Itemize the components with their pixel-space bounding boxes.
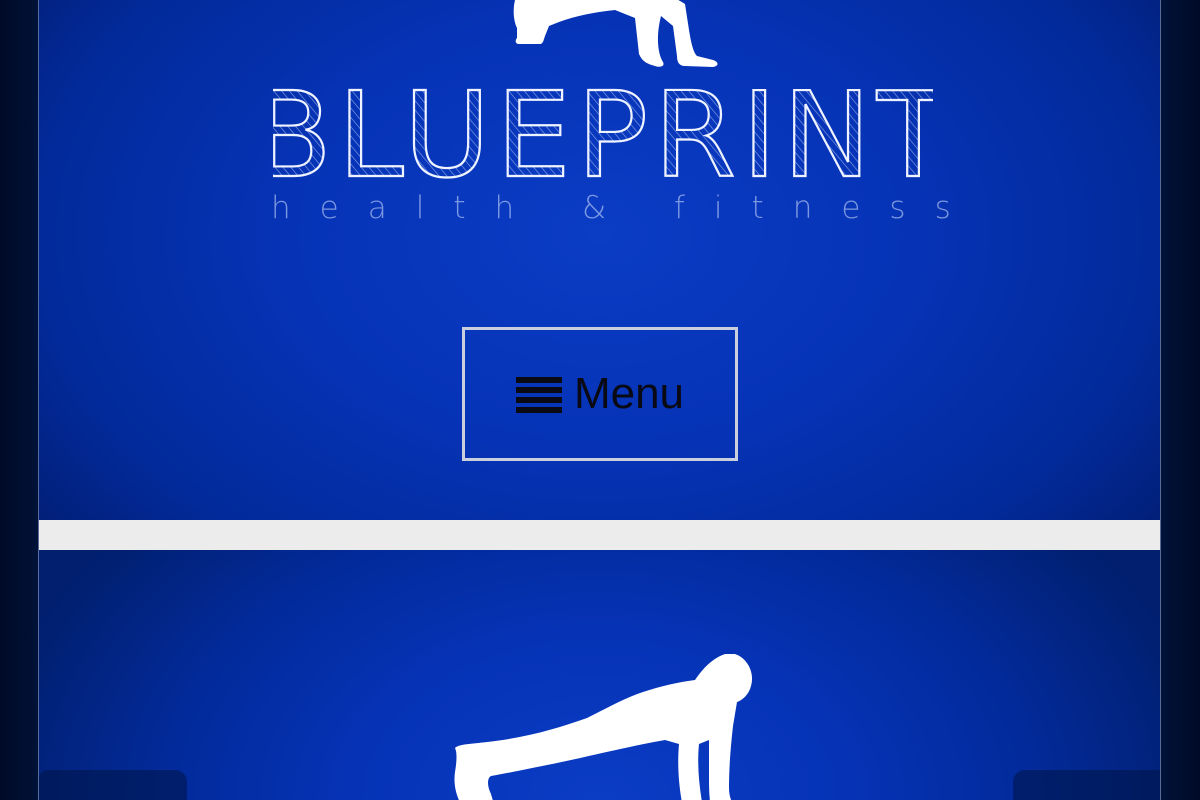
site-frame: BLUEPRINT health & fitness Menu [38,0,1161,800]
hero-slider [39,550,1160,800]
menu-button[interactable]: Menu [462,327,738,461]
hamburger-icon [515,377,562,413]
brand-tagline: health & fitness [271,190,980,226]
section-divider [39,520,1160,550]
site-header: BLUEPRINT health & fitness Menu [39,0,1160,520]
brand-name: BLUEPRINT [273,72,933,190]
logo-pushup-figure-icon [513,0,718,67]
page: BLUEPRINT health & fitness Menu [0,0,1200,800]
menu-label: Menu [573,369,685,418]
brand-logo: BLUEPRINT [273,72,933,190]
slider-next-button[interactable] [1013,770,1160,800]
pushup-figure-icon [454,654,752,800]
slider-prev-button[interactable] [39,770,187,800]
